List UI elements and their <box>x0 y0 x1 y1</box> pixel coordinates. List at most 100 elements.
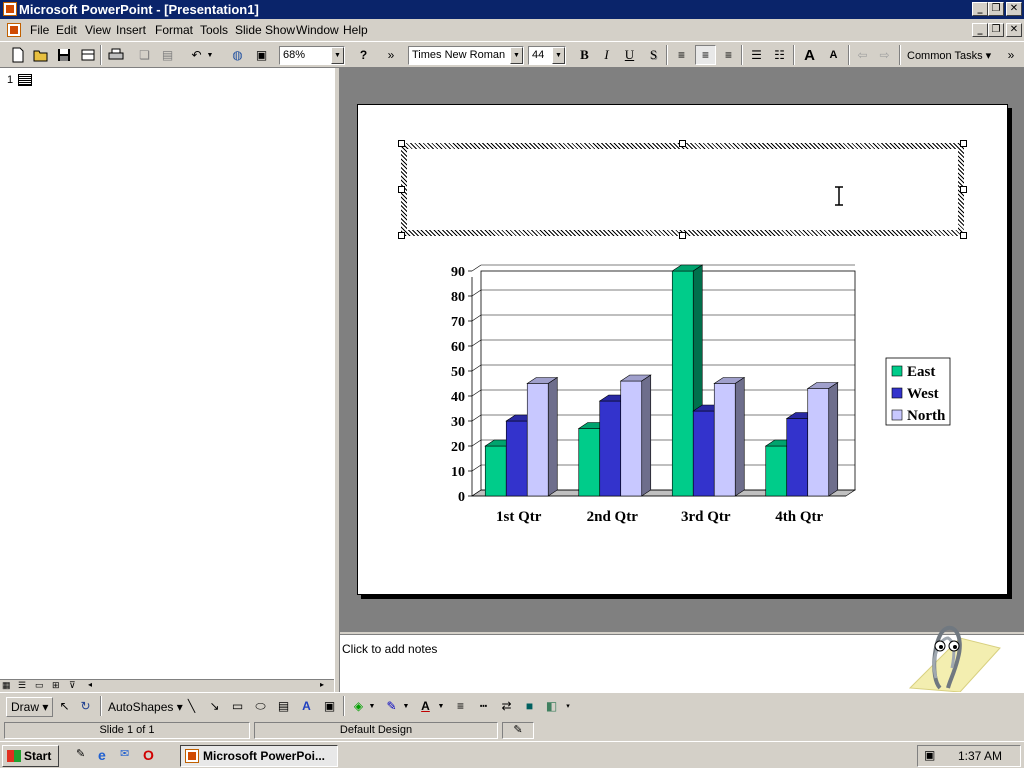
toolbar-overflow-icon[interactable]: » <box>1004 45 1018 65</box>
autoshapes-menu-button[interactable]: AutoShapes ▾ <box>108 700 183 714</box>
title-placeholder-text[interactable] <box>407 149 958 230</box>
draw-menu-button[interactable]: Draw ▾ <box>6 697 54 717</box>
document-icon[interactable] <box>7 23 21 37</box>
resize-handle[interactable] <box>398 232 405 239</box>
clock[interactable]: 1:37 AM <box>958 749 1002 763</box>
start-button[interactable]: Start <box>2 745 59 767</box>
chevron-down-icon[interactable]: ▼ <box>552 47 565 64</box>
dash-style-icon[interactable]: ┅ <box>473 696 494 716</box>
shadow-icon[interactable]: ■ <box>519 696 540 716</box>
spelling-status-icon[interactable]: ✎ <box>502 722 534 739</box>
close-button[interactable]: ✕ <box>1006 2 1022 16</box>
resize-handle[interactable] <box>398 140 405 147</box>
slide-view-icon[interactable]: ▭ <box>35 680 44 691</box>
line-style-icon[interactable]: ≡ <box>450 696 471 716</box>
font-color-dropdown-icon[interactable]: ▼ <box>435 696 447 716</box>
italic-button[interactable]: I <box>596 45 617 65</box>
menu-window[interactable]: Window <box>296 23 339 37</box>
menu-format[interactable]: Format <box>155 23 193 37</box>
3d-icon[interactable]: ◧ <box>541 696 562 716</box>
decrease-font-size-button[interactable]: A <box>823 45 844 65</box>
paste-icon[interactable]: ▤ <box>157 45 178 65</box>
resize-handle[interactable] <box>679 232 686 239</box>
line-icon[interactable]: ╲ <box>181 696 202 716</box>
common-tasks-button[interactable]: Common Tasks ▾ <box>907 49 991 62</box>
increase-font-size-button[interactable]: A <box>799 45 820 65</box>
menu-edit[interactable]: Edit <box>56 23 77 37</box>
line-color-dropdown-icon[interactable]: ▼ <box>400 696 412 716</box>
wordart-icon[interactable]: A <box>296 696 317 716</box>
powerpoint-app-icon[interactable] <box>3 2 17 16</box>
new-icon[interactable] <box>7 45 28 65</box>
font-name-combo[interactable]: Times New Roman ▼ <box>408 46 524 65</box>
slide-show-icon[interactable]: ⊽ <box>69 680 76 691</box>
save-icon[interactable] <box>53 45 74 65</box>
clip-art-icon[interactable]: ▣ <box>319 696 340 716</box>
network-icon[interactable]: ▣ <box>924 748 935 762</box>
arrow-icon[interactable]: ↘ <box>204 696 225 716</box>
resize-handle[interactable] <box>679 140 686 147</box>
select-objects-icon[interactable]: ↖ <box>54 696 75 716</box>
undo-dropdown-icon[interactable]: ▼ <box>204 45 216 65</box>
shadow-button[interactable]: S <box>643 45 664 65</box>
scroll-left-icon[interactable]: ◂ <box>88 680 92 689</box>
menu-insert[interactable]: Insert <box>116 23 146 37</box>
demote-icon[interactable]: ⇨ <box>874 45 895 65</box>
title-placeholder[interactable] <box>398 140 967 239</box>
menu-tools[interactable]: Tools <box>200 23 228 37</box>
menu-help[interactable]: Help <box>343 23 368 37</box>
text-box-icon[interactable]: ▤ <box>273 696 294 716</box>
chevron-down-icon[interactable]: ▼ <box>331 47 344 64</box>
menu-slide-show[interactable]: Slide Show <box>235 23 295 37</box>
slide-thumbnail-icon[interactable] <box>18 74 32 86</box>
underline-button[interactable]: U <box>619 45 640 65</box>
resize-handle[interactable] <box>960 186 967 193</box>
normal-view-icon[interactable]: ▦ <box>2 680 11 691</box>
bullets-icon[interactable]: ☷ <box>769 45 790 65</box>
insert-table-icon[interactable]: ▣ <box>251 45 272 65</box>
bar-chart[interactable]: 0 10 20 30 40 50 60 70 80 90 1st Qtr 2nd Qtr 3rd Qtr… <box>420 258 970 538</box>
opera-icon[interactable]: O <box>143 747 160 764</box>
title-bar[interactable]: Microsoft PowerPoint - [Presentation1] _… <box>0 0 1024 19</box>
free-rotate-icon[interactable]: ↻ <box>75 696 96 716</box>
oval-icon[interactable]: ⬭ <box>250 696 271 716</box>
resize-handle[interactable] <box>960 140 967 147</box>
scroll-right-icon[interactable]: ▸ <box>320 680 324 689</box>
bold-button[interactable]: B <box>574 45 595 65</box>
font-color-icon[interactable]: A <box>415 696 436 716</box>
promote-icon[interactable]: ⇦ <box>852 45 873 65</box>
desktop-icon[interactable]: ✎ <box>76 747 93 764</box>
doc-minimize-button[interactable]: _ <box>972 23 988 37</box>
internet-explorer-icon[interactable]: e <box>98 747 115 764</box>
numbering-icon[interactable]: ☰ <box>746 45 767 65</box>
doc-close-button[interactable]: ✕ <box>1006 23 1022 37</box>
chevron-down-icon[interactable]: ▼ <box>510 47 523 64</box>
zoom-combo[interactable]: 68% ▼ <box>279 46 345 65</box>
align-right-icon[interactable]: ≡ <box>718 45 739 65</box>
menu-view[interactable]: View <box>85 23 111 37</box>
arrow-style-icon[interactable]: ⇄ <box>496 696 517 716</box>
align-center-icon[interactable]: ≡ <box>695 45 716 65</box>
restore-button[interactable]: ❐ <box>988 2 1004 16</box>
menu-file[interactable]: File <box>30 23 49 37</box>
toolbar-options-icon[interactable]: ▾ <box>562 696 574 716</box>
web-icon[interactable]: ◍ <box>227 45 248 65</box>
outlook-icon[interactable]: ✉ <box>120 747 137 764</box>
doc-restore-button[interactable]: ❐ <box>988 23 1004 37</box>
slide-sorter-icon[interactable]: ⊞ <box>52 680 60 691</box>
notes-placeholder[interactable]: Click to add notes <box>342 642 437 656</box>
resize-handle[interactable] <box>398 186 405 193</box>
outline-pane[interactable]: 1 <box>0 68 334 679</box>
align-left-icon[interactable]: ≡ <box>671 45 692 65</box>
font-size-combo[interactable]: 44 ▼ <box>528 46 566 65</box>
print-icon[interactable] <box>105 45 126 65</box>
line-color-icon[interactable]: ✎ <box>381 696 402 716</box>
email-icon[interactable] <box>77 45 98 65</box>
rectangle-icon[interactable]: ▭ <box>227 696 248 716</box>
taskbar-item-powerpoint[interactable]: Microsoft PowerPoi... <box>180 745 338 767</box>
minimize-button[interactable]: _ <box>972 2 988 16</box>
open-icon[interactable] <box>30 45 51 65</box>
help-icon[interactable]: ? <box>353 45 374 65</box>
resize-handle[interactable] <box>960 232 967 239</box>
toolbar-overflow-icon[interactable]: » <box>384 45 398 65</box>
